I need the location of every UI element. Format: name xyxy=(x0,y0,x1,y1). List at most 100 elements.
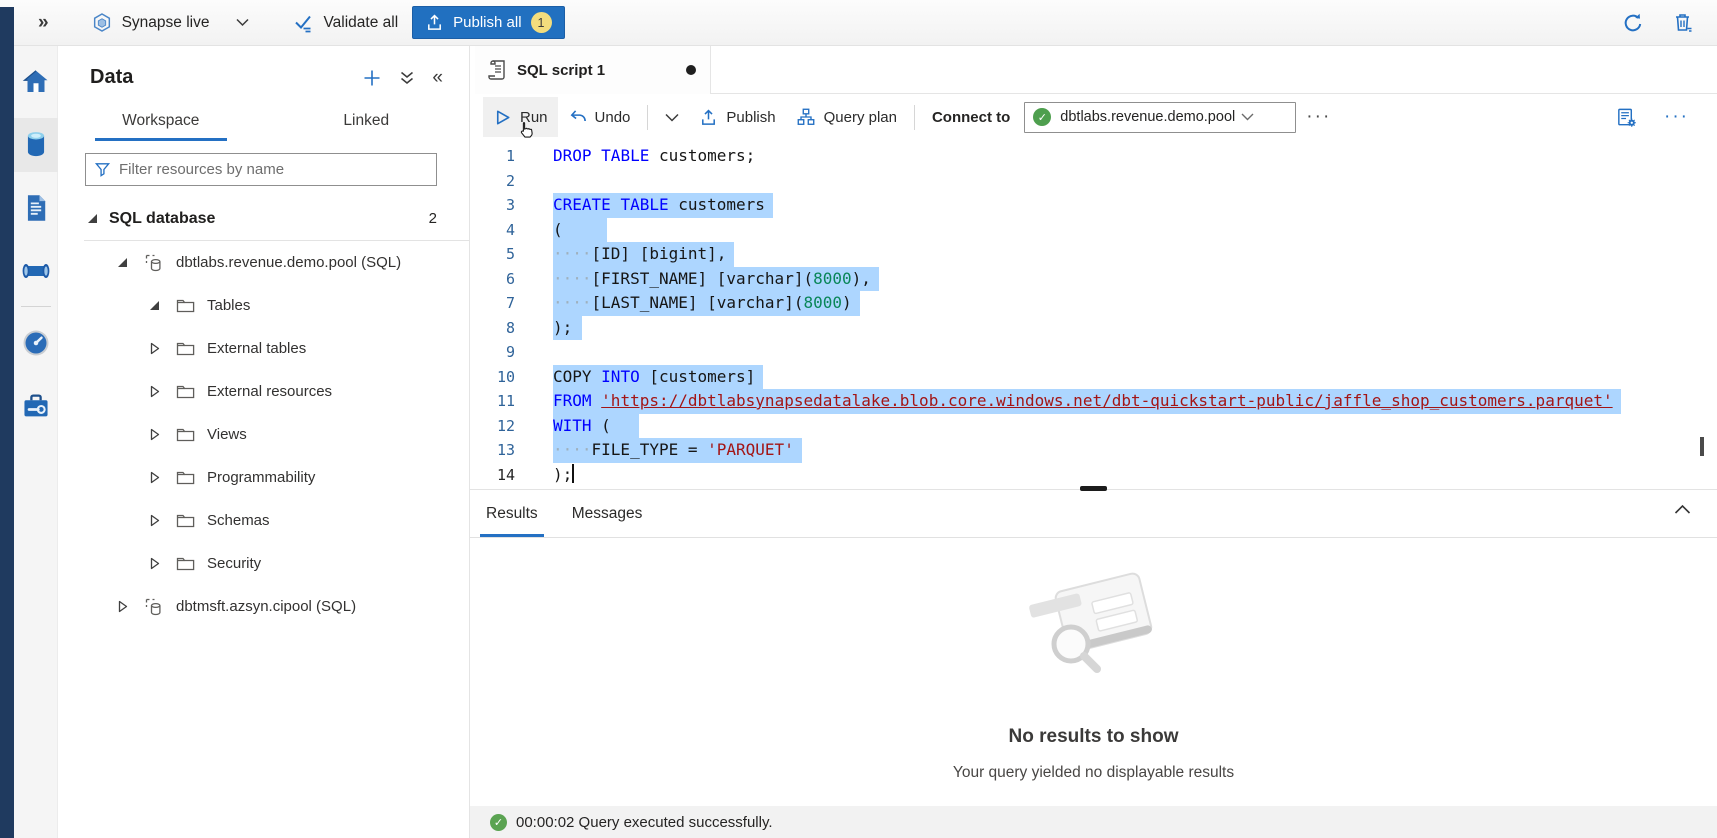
empty-results-subtitle: Your query yielded no displayable result… xyxy=(953,764,1234,782)
more-toolbar-icon[interactable]: ··· xyxy=(1654,106,1699,128)
tab-results[interactable]: Results xyxy=(480,490,544,537)
code-line-14[interactable]: 14); xyxy=(470,463,1717,488)
data-icon xyxy=(22,130,50,160)
results-empty-state: No results to show Your query yielded no… xyxy=(470,538,1717,806)
tree-item-label: Programmability xyxy=(207,469,315,486)
collapse-results-icon[interactable] xyxy=(1674,504,1691,515)
data-panel-tabs: Workspace Linked xyxy=(58,103,469,141)
refresh-icon[interactable] xyxy=(1621,11,1645,35)
tree-item-external-resources[interactable]: External resources xyxy=(58,370,469,413)
line-number: 9 xyxy=(470,340,515,365)
tab-workspace[interactable]: Workspace xyxy=(58,103,264,141)
tree-item-schemas[interactable]: Schemas xyxy=(58,499,469,542)
validate-all-button[interactable]: Validate all xyxy=(293,12,398,34)
tree-expanded-icon[interactable] xyxy=(88,214,97,223)
nav-manage[interactable] xyxy=(14,379,58,433)
tree-item-dbtmsft-azsyn-cipool-sql-[interactable]: dbtmsft.azsyn.cipool (SQL) xyxy=(58,585,469,628)
tree-expanded-icon[interactable] xyxy=(118,258,132,267)
collapse-all-icon[interactable] xyxy=(399,70,415,86)
tree-expanded-icon[interactable] xyxy=(150,301,164,310)
synapse-studio-window: » Synapse live Validate all Publish all … xyxy=(0,0,1717,838)
tree-item-label: Security xyxy=(207,555,261,572)
code-line-4[interactable]: 4( xyxy=(470,218,1717,243)
tab-linked[interactable]: Linked xyxy=(264,103,470,141)
add-icon[interactable] xyxy=(362,68,382,88)
tree-item-external-tables[interactable]: External tables xyxy=(58,327,469,370)
code-line-9[interactable]: 9 xyxy=(470,340,1717,365)
tree-collapsed-icon[interactable] xyxy=(150,342,164,355)
sql-code-editor[interactable]: 1DROP TABLE customers;23CREATE TABLE cus… xyxy=(470,140,1717,489)
tree-collapsed-icon[interactable] xyxy=(150,385,164,398)
line-number: 13 xyxy=(470,438,515,463)
nav-home[interactable] xyxy=(14,55,58,109)
more-actions-icon[interactable]: ··· xyxy=(1296,106,1341,128)
monitor-icon xyxy=(21,328,51,358)
expand-panel-icon[interactable]: » xyxy=(38,12,49,34)
document-tabstrip: SQL script 1 xyxy=(470,46,1717,94)
collapse-panel-icon[interactable]: « xyxy=(432,68,443,87)
nav-develop[interactable] xyxy=(14,181,58,235)
tree-collapsed-icon[interactable] xyxy=(150,557,164,570)
line-number: 1 xyxy=(470,144,515,169)
editor-vertical-scrollbar[interactable] xyxy=(1700,437,1704,456)
no-results-illustration xyxy=(1019,556,1169,696)
text-cursor xyxy=(572,464,574,483)
tree-item-tables[interactable]: Tables xyxy=(58,284,469,327)
sql-pool-icon xyxy=(144,253,164,272)
code-line-5[interactable]: 5····[ID] [bigint], xyxy=(470,242,1717,267)
code-line-2[interactable]: 2 xyxy=(470,169,1717,194)
connected-check-icon: ✓ xyxy=(1033,108,1051,126)
tree-collapsed-icon[interactable] xyxy=(150,514,164,527)
tab-sql-script-1[interactable]: SQL script 1 xyxy=(475,46,711,94)
chevron-down-icon xyxy=(236,18,249,27)
tab-messages[interactable]: Messages xyxy=(566,490,649,537)
connection-name: dbtlabs.revenue.demo.pool xyxy=(1060,109,1235,125)
mode-label: Synapse live xyxy=(122,14,210,32)
data-panel-title: Data xyxy=(90,66,133,89)
tree-item-views[interactable]: Views xyxy=(58,413,469,456)
code-line-10[interactable]: 10COPY INTO [customers] xyxy=(470,365,1717,390)
properties-icon[interactable] xyxy=(1615,106,1638,129)
tabstrip-empty-space xyxy=(711,46,1717,94)
line-number: 3 xyxy=(470,193,515,218)
publish-button[interactable]: Publish xyxy=(689,97,785,137)
code-line-8[interactable]: 8); xyxy=(470,316,1717,341)
tree-root-sql-database[interactable]: SQL database 2 xyxy=(58,197,469,240)
tree-collapsed-icon[interactable] xyxy=(150,428,164,441)
code-line-11[interactable]: 11FROM 'https://dbtlabsynapsedatalake.bl… xyxy=(470,389,1717,414)
publish-all-button[interactable]: Publish all 1 xyxy=(412,6,564,39)
integrate-icon xyxy=(20,258,52,284)
tree-item-programmability[interactable]: Programmability xyxy=(58,456,469,499)
validate-all-label: Validate all xyxy=(323,14,398,32)
tree-item-label: Views xyxy=(207,426,247,443)
tree-item-label: dbtmsft.azsyn.cipool (SQL) xyxy=(176,598,356,615)
folder-icon xyxy=(176,341,195,356)
discard-icon[interactable] xyxy=(1671,11,1695,35)
publish-icon xyxy=(699,108,718,127)
manage-icon xyxy=(21,392,51,420)
validate-icon xyxy=(293,12,315,34)
branch-selector[interactable]: Synapse live xyxy=(91,12,250,34)
results-panel: Results Messages xyxy=(470,489,1717,838)
code-line-1[interactable]: 1DROP TABLE customers; xyxy=(470,144,1717,169)
nav-integrate[interactable] xyxy=(14,244,58,298)
query-plan-button[interactable]: Query plan xyxy=(786,97,907,137)
folder-icon xyxy=(176,513,195,528)
code-line-6[interactable]: 6····[FIRST_NAME] [varchar](8000), xyxy=(470,267,1717,292)
tree-item-dbtlabs-revenue-demo-pool-sql-[interactable]: dbtlabs.revenue.demo.pool (SQL) xyxy=(58,241,469,284)
filter-resources-input[interactable] xyxy=(119,161,428,178)
tree-item-label: dbtlabs.revenue.demo.pool (SQL) xyxy=(176,254,401,271)
connection-dropdown[interactable]: ✓ dbtlabs.revenue.demo.pool xyxy=(1024,102,1296,133)
undo-button[interactable]: Undo xyxy=(558,97,641,137)
code-line-13[interactable]: 13····FILE_TYPE = 'PARQUET' xyxy=(470,438,1717,463)
nav-data[interactable] xyxy=(14,118,58,172)
tree-collapsed-icon[interactable] xyxy=(118,600,132,613)
code-line-12[interactable]: 12WITH ( xyxy=(470,414,1717,439)
tree-collapsed-icon[interactable] xyxy=(150,471,164,484)
folder-icon xyxy=(176,384,195,399)
code-line-7[interactable]: 7····[LAST_NAME] [varchar](8000) xyxy=(470,291,1717,316)
nav-monitor[interactable] xyxy=(14,316,58,370)
run-options-chevron[interactable] xyxy=(655,97,689,137)
tree-item-security[interactable]: Security xyxy=(58,542,469,585)
code-line-3[interactable]: 3CREATE TABLE customers xyxy=(470,193,1717,218)
